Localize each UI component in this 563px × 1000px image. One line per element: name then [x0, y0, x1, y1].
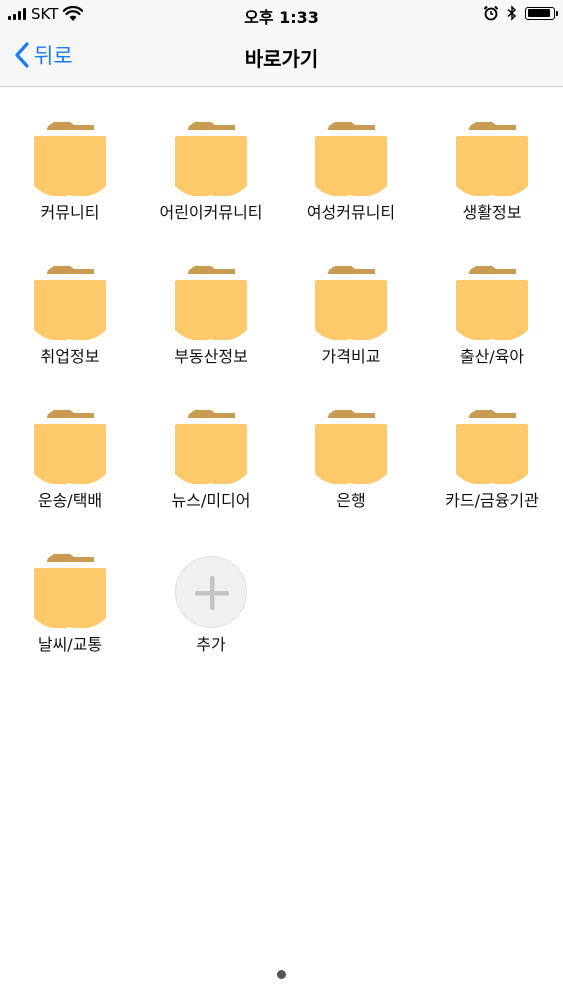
shortcut-label: 여성커뮤니티	[306, 203, 396, 222]
shortcut-label: 생활정보	[462, 203, 522, 222]
shortcut-label: 출산/육아	[459, 347, 525, 366]
shortcut-tile[interactable]: 출산/육아	[422, 264, 562, 394]
shortcut-tile[interactable]: 은행	[281, 408, 421, 538]
plus-icon	[175, 556, 247, 628]
folder-icon	[34, 552, 106, 628]
folder-icon	[175, 120, 247, 196]
shortcut-tile[interactable]: 날씨/교통	[0, 552, 140, 682]
alarm-clock-icon	[483, 5, 499, 21]
page-title: 바로가기	[244, 47, 319, 71]
battery-icon	[525, 6, 558, 20]
shortcut-label: 커뮤니티	[40, 203, 100, 222]
folder-icon	[315, 120, 387, 196]
navigation-bar: 뒤로 바로가기	[0, 30, 563, 87]
status-right	[483, 5, 558, 21]
shortcut-label: 뉴스/미디어	[171, 491, 251, 510]
status-time: 오후 1:33	[244, 8, 319, 27]
add-shortcut-button[interactable]: 추가	[141, 552, 281, 682]
shortcut-tile[interactable]: 여성커뮤니티	[281, 120, 421, 250]
shortcut-tile[interactable]: 어린이커뮤니티	[141, 120, 281, 250]
battery-level	[527, 9, 550, 17]
shortcut-tile[interactable]: 뉴스/미디어	[141, 408, 281, 538]
shortcut-tile[interactable]: 운송/택배	[0, 408, 140, 538]
shortcut-tile[interactable]: 커뮤니티	[0, 120, 140, 250]
shortcut-tile[interactable]: 생활정보	[422, 120, 562, 250]
page-indicator-dot	[277, 970, 286, 979]
folder-icon	[34, 120, 106, 196]
shortcut-tile[interactable]: 취업정보	[0, 264, 140, 394]
shortcut-tile[interactable]: 부동산정보	[141, 264, 281, 394]
folder-icon	[175, 264, 247, 340]
folder-icon	[456, 120, 528, 196]
shortcut-label: 어린이커뮤니티	[159, 203, 263, 222]
folder-icon	[34, 264, 106, 340]
shortcut-tile[interactable]: 가격비교	[281, 264, 421, 394]
shortcut-label: 은행	[336, 491, 366, 510]
add-shortcut-label: 추가	[196, 635, 226, 654]
shortcut-label: 취업정보	[40, 347, 100, 366]
folder-icon	[456, 264, 528, 340]
shortcut-label: 부동산정보	[174, 347, 248, 366]
shortcut-tile[interactable]: 카드/금융기관	[422, 408, 562, 538]
shortcut-label: 운송/택배	[37, 491, 103, 510]
folder-icon	[34, 408, 106, 484]
shortcut-label: 날씨/교통	[37, 635, 103, 654]
shortcut-label: 카드/금융기관	[445, 491, 539, 510]
status-bar: SKT 오후 1:33	[0, 0, 563, 30]
folder-icon	[456, 408, 528, 484]
shortcut-label: 가격비교	[321, 347, 381, 366]
folder-icon	[315, 408, 387, 484]
folder-icon	[315, 264, 387, 340]
folder-icon	[175, 408, 247, 484]
bluetooth-icon	[507, 5, 517, 21]
